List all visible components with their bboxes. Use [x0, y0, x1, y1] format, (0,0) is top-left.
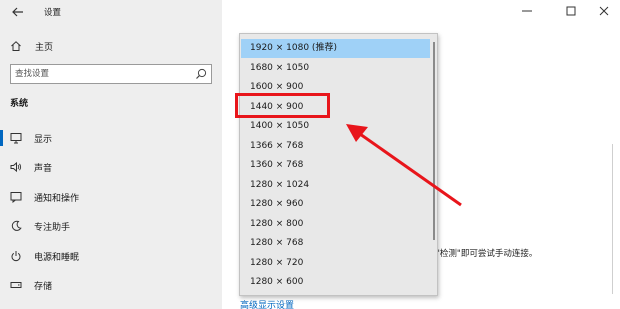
sidebar-item-home[interactable]: 主页	[10, 38, 210, 54]
sidebar-item-label: 通知和操作	[34, 194, 80, 204]
resolution-option[interactable]: 1360 × 768	[241, 156, 430, 175]
resolution-option[interactable]: 1366 × 768	[241, 137, 430, 156]
sidebar-item-display[interactable]: 显示	[0, 128, 222, 148]
close-button[interactable]	[596, 4, 612, 18]
sidebar-item-label: 主页	[35, 42, 54, 53]
advanced-display-settings-link[interactable]: 高级显示设置	[240, 298, 294, 309]
section-title: 系统	[10, 99, 29, 109]
detect-help-text: "检测"即可尝试手动连接。	[436, 249, 538, 259]
search-icon[interactable]	[195, 68, 207, 80]
storage-icon	[10, 282, 22, 288]
power-icon	[11, 251, 21, 262]
resolution-option[interactable]: 1280 × 1024	[241, 176, 430, 195]
sidebar-item-power[interactable]: 电源和睡眠	[0, 246, 222, 266]
sidebar-item-storage[interactable]: 存储	[0, 275, 222, 295]
speaker-icon	[10, 161, 22, 173]
resolution-option[interactable]: 1280 × 720	[241, 254, 430, 273]
sidebar-item-label: 显示	[34, 135, 53, 145]
back-arrow-icon	[12, 7, 23, 17]
sidebar-item-label: 专注助手	[34, 223, 71, 233]
maximize-icon	[566, 6, 576, 16]
sidebar-item-notifications[interactable]: 通知和操作	[0, 187, 222, 207]
notification-icon	[10, 192, 22, 203]
annotation-highlight-box	[235, 93, 330, 118]
title-bar: 设置	[0, 0, 222, 24]
sidebar-item-focus-assist[interactable]: 专注助手	[0, 216, 222, 236]
dropdown-scrollbar[interactable]	[433, 42, 435, 240]
home-icon	[11, 41, 21, 51]
sidebar-item-label: 声音	[34, 164, 53, 174]
minimize-button[interactable]	[519, 4, 535, 18]
resolution-option[interactable]: 1680 × 1050	[241, 59, 430, 78]
sidebar-item-label: 电源和睡眠	[34, 253, 80, 263]
moon-icon	[11, 220, 22, 231]
sidebar-item-label: 存储	[34, 282, 53, 292]
search-box	[10, 64, 212, 84]
active-indicator	[0, 130, 3, 146]
resolution-option[interactable]: 1280 × 600	[241, 273, 430, 292]
sidebar: 设置 主页 系统 显示 声音 通知和操作	[0, 0, 222, 309]
search-input[interactable]	[11, 65, 181, 83]
resolution-option[interactable]: 1400 × 1050	[241, 117, 430, 136]
minimize-icon	[522, 10, 532, 12]
resolution-option[interactable]: 1280 × 768	[241, 234, 430, 253]
monitor-icon	[10, 133, 22, 144]
maximize-button[interactable]	[563, 4, 579, 18]
app-title: 设置	[44, 8, 62, 18]
resolution-dropdown-list: 1920 × 1080 (推荐) 1680 × 1050 1600 × 900 …	[239, 33, 438, 296]
resolution-option[interactable]: 1280 × 960	[241, 195, 430, 214]
back-button[interactable]	[10, 4, 26, 20]
sidebar-item-sound[interactable]: 声音	[0, 157, 222, 177]
close-icon	[599, 6, 609, 16]
resolution-option[interactable]: 1280 × 800	[241, 215, 430, 234]
resolution-option[interactable]: 1920 × 1080 (推荐)	[241, 39, 430, 58]
divider	[612, 144, 613, 294]
